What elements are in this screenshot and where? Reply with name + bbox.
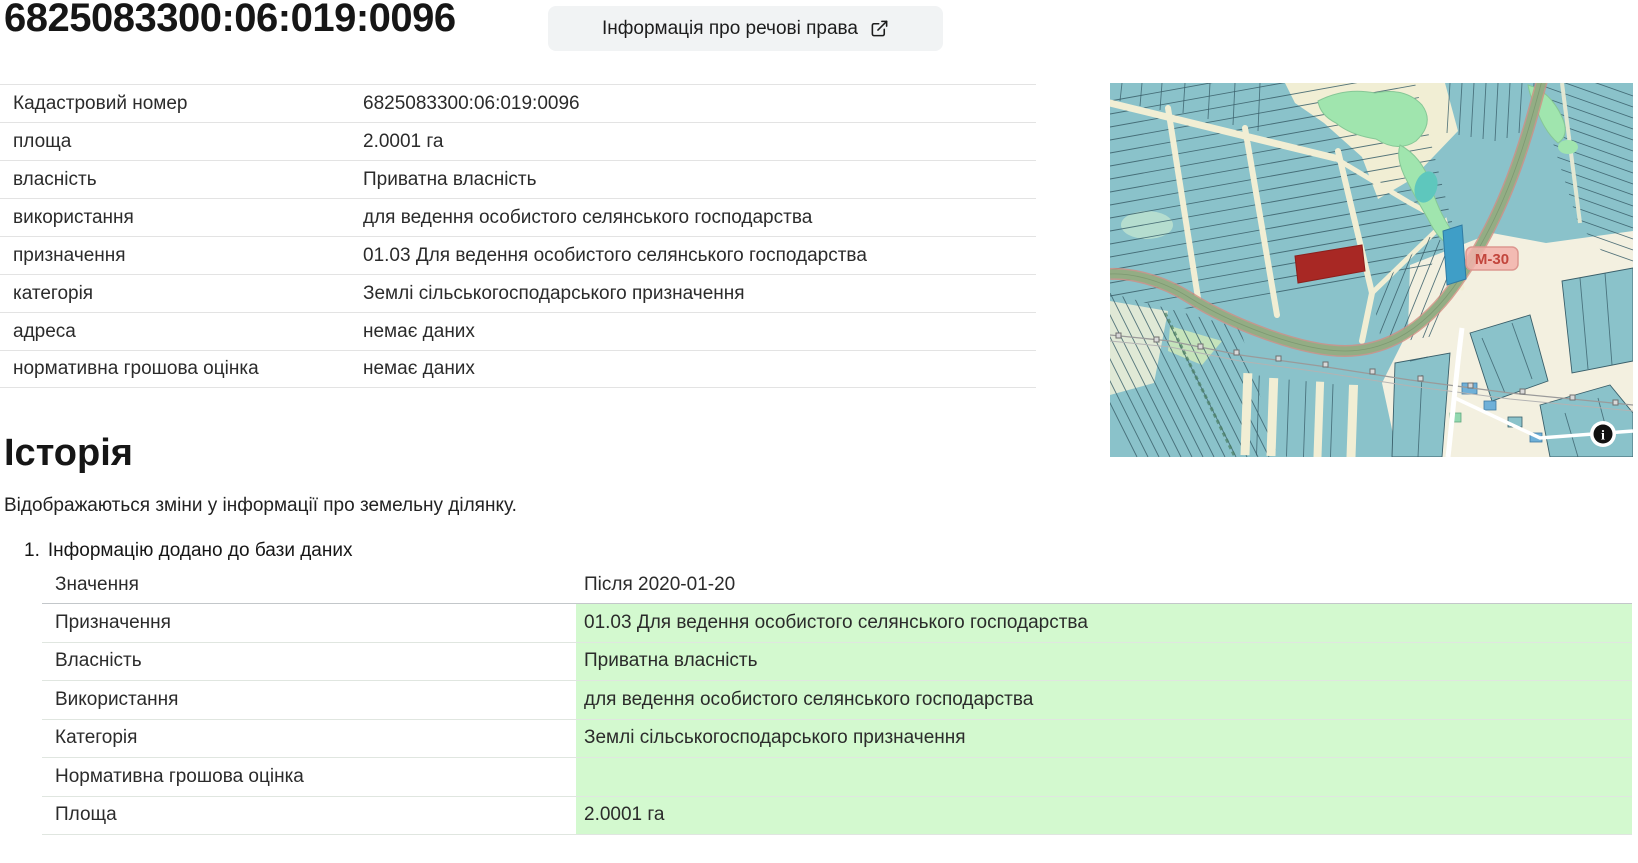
row-value: Приватна власність xyxy=(576,642,1632,680)
cadastral-map[interactable]: М-30 i xyxy=(1110,83,1633,457)
svg-text:i: i xyxy=(1601,429,1605,444)
row-label: Власність xyxy=(42,642,576,680)
header-label: Значення xyxy=(42,573,576,596)
table-row: адреса немає даних xyxy=(0,312,1036,350)
table-row: категорія Землі сільськогосподарського п… xyxy=(0,274,1036,312)
row-value: Приватна власність xyxy=(363,168,537,190)
row-label: Призначення xyxy=(42,604,576,642)
row-value: Землі сільськогосподарського призначення xyxy=(363,282,745,304)
row-label: Кадастровий номер xyxy=(13,92,188,114)
property-rights-button-label: Інформація про речові права xyxy=(602,17,858,39)
svg-text:М-30: М-30 xyxy=(1475,251,1509,268)
history-row: Категорія Землі сільськогосподарського п… xyxy=(42,719,1632,758)
history-row: Призначення 01.03 Для ведення особистого… xyxy=(42,604,1632,643)
row-value xyxy=(576,758,1632,796)
history-heading: Історія xyxy=(4,432,133,474)
property-rights-button[interactable]: Інформація про речові права xyxy=(548,6,943,51)
row-label: нормативна грошова оцінка xyxy=(13,358,259,379)
row-label: Використання xyxy=(42,681,576,719)
history-description: Відображаються зміни у інформації про зе… xyxy=(4,495,517,516)
row-value: 01.03 Для ведення особистого селянського… xyxy=(576,604,1632,642)
history-row: Власність Приватна власність xyxy=(42,642,1632,681)
history-table: Значення Після 2020-01-20 Призначення 01… xyxy=(42,566,1632,835)
row-value: немає даних xyxy=(363,320,475,342)
row-label: власність xyxy=(13,168,97,190)
table-row: призначення 01.03 Для ведення особистого… xyxy=(0,236,1036,274)
row-value: для ведення особистого селянського госпо… xyxy=(576,681,1632,719)
row-label: призначення xyxy=(13,244,126,266)
row-value: 2.0001 га xyxy=(576,796,1632,834)
table-row: Кадастровий номер 6825083300:06:019:0096 xyxy=(0,84,1036,122)
row-label: площа xyxy=(13,130,72,152)
row-value: Землі сільськогосподарського призначення xyxy=(576,719,1632,757)
header-value: Після 2020-01-20 xyxy=(584,573,736,595)
row-value: 6825083300:06:019:0096 xyxy=(363,92,580,114)
row-value: для ведення особистого селянського госпо… xyxy=(363,206,813,228)
map-info-button[interactable]: i xyxy=(1590,421,1616,447)
table-row: власність Приватна власність xyxy=(0,160,1036,198)
road-badge-m30: М-30 xyxy=(1465,246,1519,271)
row-value: 2.0001 га xyxy=(363,130,444,152)
row-value: немає даних xyxy=(363,358,475,379)
history-row: Використання для ведення особистого селя… xyxy=(42,681,1632,720)
external-link-icon xyxy=(870,19,889,38)
page-title: 6825083300:06:019:0096 xyxy=(4,0,456,40)
row-value: 01.03 Для ведення особистого селянського… xyxy=(363,244,867,266)
row-label: Нормативна грошова оцінка xyxy=(42,758,576,796)
row-label: використання xyxy=(13,206,134,228)
table-row: нормативна грошова оцінка немає даних xyxy=(0,350,1036,388)
history-item-title: Інформацію додано до бази даних xyxy=(47,540,353,561)
history-item-index: 1. xyxy=(24,540,40,561)
row-label: адреса xyxy=(13,320,76,342)
parcel-details-table: Кадастровий номер 6825083300:06:019:0096… xyxy=(0,84,1036,388)
history-item: 1. Інформацію додано до бази даних xyxy=(24,540,352,562)
history-row: Площа 2.0001 га xyxy=(42,796,1632,835)
table-row: площа 2.0001 га xyxy=(0,122,1036,160)
table-row: використання для ведення особистого селя… xyxy=(0,198,1036,236)
row-label: Площа xyxy=(42,796,576,834)
row-label: категорія xyxy=(13,282,94,304)
history-row: Нормативна грошова оцінка xyxy=(42,758,1632,797)
history-table-header: Значення Після 2020-01-20 xyxy=(42,566,1632,604)
row-label: Категорія xyxy=(42,719,576,757)
